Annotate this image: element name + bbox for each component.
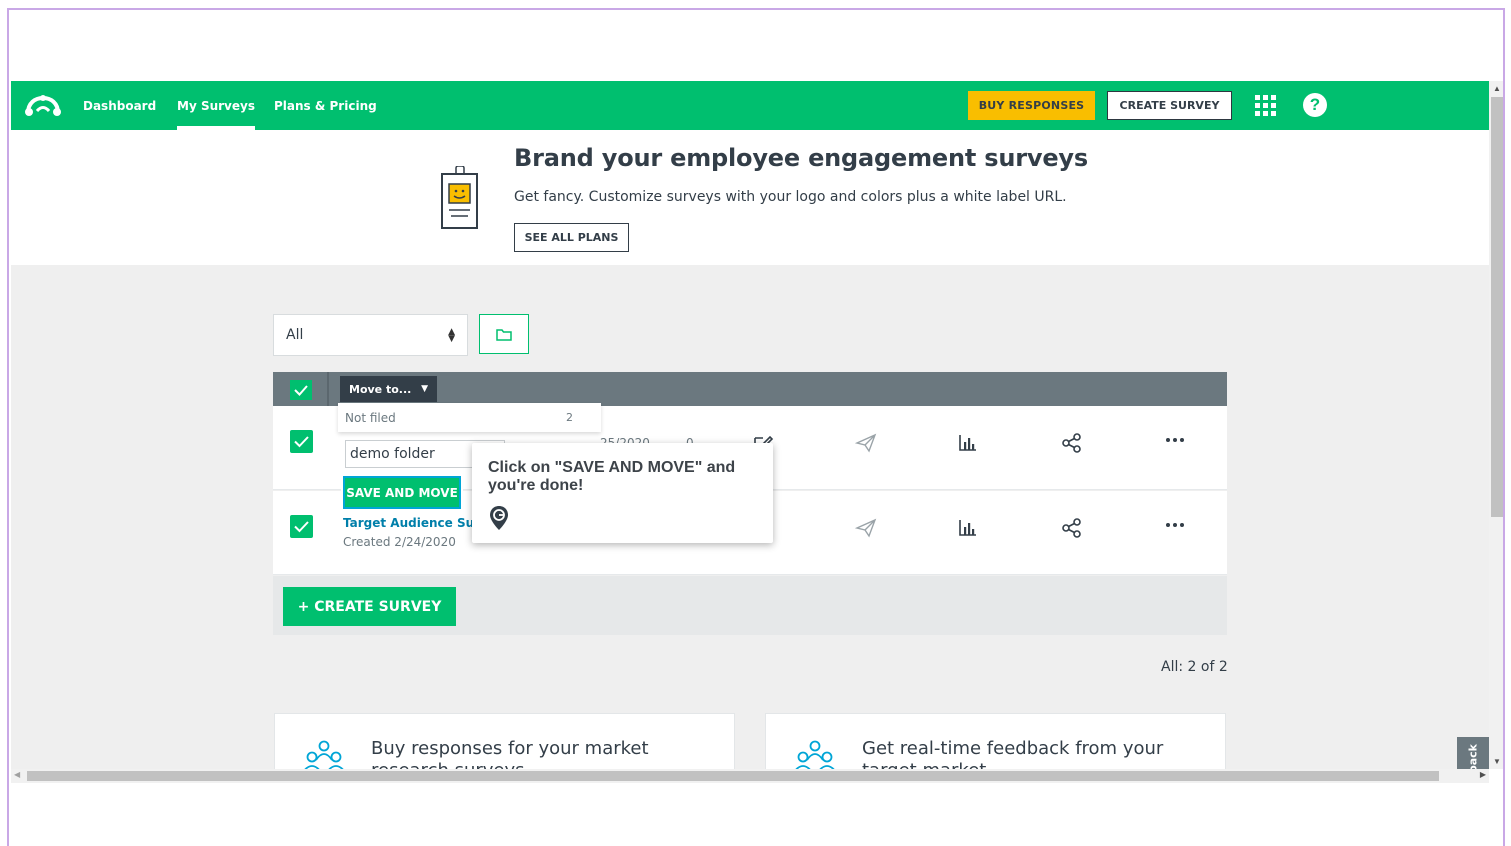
share-icon[interactable] xyxy=(1061,517,1083,539)
send-icon[interactable] xyxy=(855,432,877,454)
select-all-checkbox[interactable] xyxy=(290,380,312,400)
banner-title: Brand your employee engagement surveys xyxy=(514,144,1088,172)
promo-text: Get real-time feedback from your target … xyxy=(862,738,1164,769)
checkmark-icon xyxy=(294,385,308,396)
select-arrows-icon: ▲ ▼ xyxy=(448,327,455,344)
save-and-move-button[interactable]: SAVE AND MOVE xyxy=(341,474,463,511)
vertical-scrollbar[interactable]: ▲ ▼ xyxy=(1489,81,1503,769)
more-options-icon[interactable] xyxy=(1164,517,1186,539)
survey-count: All: 2 of 2 xyxy=(1161,659,1228,675)
guide-pin-icon xyxy=(490,506,508,530)
browser-frame: Dashboard My Surveys Plans & Pricing BUY… xyxy=(7,8,1505,846)
share-icon[interactable] xyxy=(1061,432,1083,454)
vertical-scroll-thumb[interactable] xyxy=(1491,97,1503,517)
create-survey-area: + CREATE SURVEY xyxy=(273,576,1227,635)
audience-group-icon xyxy=(304,740,344,769)
scroll-right-icon[interactable]: ▶ xyxy=(1480,770,1486,779)
scroll-left-icon[interactable]: ◀ xyxy=(14,770,20,779)
guide-tooltip: Click on "SAVE AND MOVE" and you're done… xyxy=(472,443,773,543)
banner-text: Get fancy. Customize surveys with your l… xyxy=(514,189,1067,205)
row-checkbox[interactable] xyxy=(290,430,313,453)
promo-card-realtime-feedback[interactable]: Get real-time feedback from your target … xyxy=(765,713,1226,769)
create-survey-button[interactable]: + CREATE SURVEY xyxy=(283,587,456,626)
survey-table-header: Move to... ▼ xyxy=(273,372,1227,406)
caret-down-icon: ▼ xyxy=(421,384,428,394)
page-viewport: Dashboard My Surveys Plans & Pricing BUY… xyxy=(11,81,1489,769)
checkmark-icon xyxy=(294,436,309,448)
folder-option-not-filed[interactable]: Not filed 2 xyxy=(338,403,601,432)
scroll-down-icon[interactable]: ▼ xyxy=(1493,757,1501,766)
analyze-results-icon[interactable] xyxy=(957,432,979,454)
id-badge-icon xyxy=(441,166,478,229)
surveymonkey-logo-icon[interactable] xyxy=(25,93,61,117)
folder-button[interactable] xyxy=(479,314,529,354)
see-all-plans-button[interactable]: SEE ALL PLANS xyxy=(514,223,629,252)
folder-icon xyxy=(496,328,512,341)
folder-option-label: Not filed xyxy=(345,410,396,425)
top-nav: Dashboard My Surveys Plans & Pricing BUY… xyxy=(11,81,1489,130)
tooltip-text: Click on "SAVE AND MOVE" and you're done… xyxy=(488,459,736,494)
row-checkbox[interactable] xyxy=(290,515,313,538)
move-to-dropdown[interactable]: Move to... ▼ xyxy=(340,376,437,402)
nav-plans-pricing[interactable]: Plans & Pricing xyxy=(274,99,377,113)
audience-group-icon xyxy=(795,740,835,769)
more-options-icon[interactable] xyxy=(1164,432,1186,454)
apps-grid-icon[interactable] xyxy=(1255,95,1277,117)
send-icon[interactable] xyxy=(855,517,877,539)
feedback-tab[interactable]: Feedback xyxy=(1457,737,1489,769)
folder-option-count: 2 xyxy=(566,411,573,424)
nav-dashboard[interactable]: Dashboard xyxy=(83,99,156,113)
checkmark-icon xyxy=(294,521,309,533)
scroll-up-icon[interactable]: ▲ xyxy=(1493,84,1501,93)
buy-responses-button[interactable]: BUY RESPONSES xyxy=(968,91,1095,120)
move-to-label: Move to... xyxy=(349,382,412,396)
upgrade-banner: Brand your employee engagement surveys G… xyxy=(11,130,1489,265)
promo-card-buy-responses[interactable]: Buy responses for your market research s… xyxy=(274,713,735,769)
horizontal-scroll-thumb[interactable] xyxy=(27,771,1439,781)
horizontal-scrollbar[interactable]: ◀ ▶ xyxy=(11,769,1489,783)
create-survey-top-button[interactable]: CREATE SURVEY xyxy=(1107,91,1232,120)
promo-text: Buy responses for your market research s… xyxy=(371,738,649,769)
help-icon[interactable]: ? xyxy=(1303,93,1327,117)
nav-my-surveys[interactable]: My Surveys xyxy=(177,99,255,130)
folder-filter-select[interactable]: All ▲ ▼ xyxy=(273,314,468,356)
survey-created-date: Created 2/24/2020 xyxy=(343,535,456,549)
filter-selected-value: All xyxy=(286,327,304,343)
analyze-results-icon[interactable] xyxy=(957,517,979,539)
header-divider xyxy=(327,372,329,406)
